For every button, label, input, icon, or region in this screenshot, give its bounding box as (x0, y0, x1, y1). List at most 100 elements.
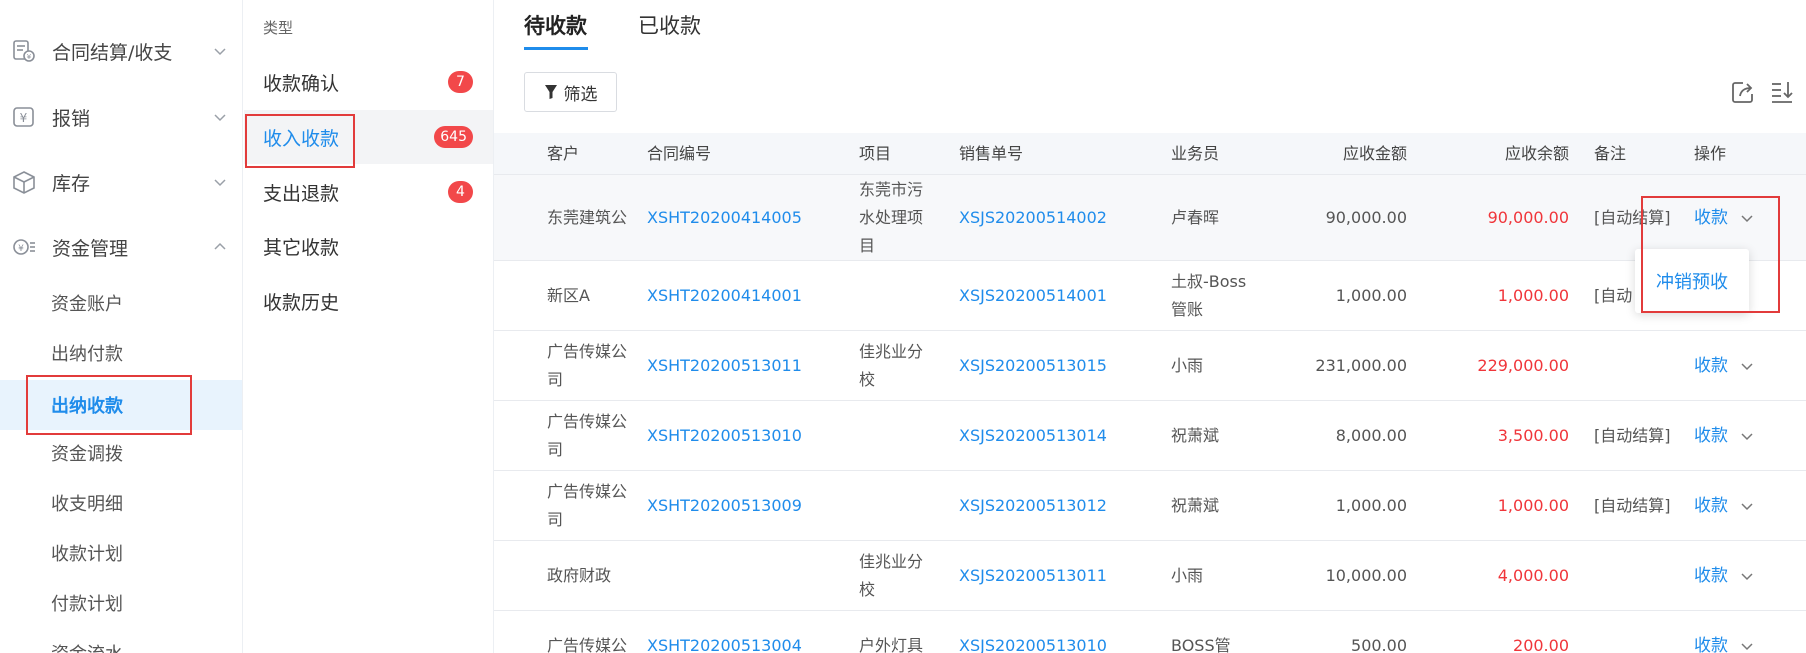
contract-settlement-icon: ¥ (13, 40, 35, 62)
type-panel-title: 类型 (263, 19, 294, 37)
contract-link[interactable]: XSHT20200414005 (647, 175, 802, 260)
chevron-down-icon[interactable] (1740, 499, 1754, 513)
collect-button[interactable]: 收款 (1694, 422, 1728, 450)
contract-link[interactable]: XSHT20200513009 (647, 471, 802, 540)
main-content: 待收款 已收款 筛选 客户 合同编号 项目 销售单号 业务员 应收金额 应收余额… (494, 0, 1806, 653)
chevron-down-icon[interactable] (1740, 639, 1754, 653)
nav-item-cashier-payment[interactable]: 出纳付款 (0, 328, 242, 378)
column-header-salesman[interactable]: 业务员 (1171, 133, 1219, 175)
cell-customer: 广告传媒公司 (547, 411, 628, 459)
table-row[interactable]: 广告传媒公司 XSHT20200513011 佳兆业分校 XSJS2020051… (494, 331, 1806, 401)
column-header-project[interactable]: 项目 (859, 133, 891, 175)
nav-item-fund-flow[interactable]: 资金流水 (0, 628, 242, 653)
sales-no-link[interactable]: XSJS20200513015 (959, 331, 1107, 400)
contract-link[interactable]: XSHT20200414001 (647, 261, 802, 330)
cell-balance: 200.00 (1513, 635, 1569, 653)
nav-item-fund-account[interactable]: 资金账户 (0, 278, 242, 328)
collect-button[interactable]: 收款 (1694, 632, 1728, 653)
count-badge: 7 (448, 71, 473, 93)
sales-no-link[interactable]: XSJS20200513011 (959, 541, 1107, 610)
collect-button[interactable]: 收款 (1694, 352, 1728, 380)
collect-button[interactable]: 收款 (1694, 204, 1728, 232)
offset-advance-receipt-option[interactable]: 冲销预收 (1656, 268, 1728, 294)
table-header: 客户 合同编号 项目 销售单号 业务员 应收金额 应收余额 备注 操作 (494, 133, 1806, 175)
type-item-receipt-confirm[interactable]: 收款确认 7 (244, 55, 493, 109)
nav-item-income-expense-detail[interactable]: 收支明细 (0, 478, 242, 528)
action-cell: 收款 (1694, 541, 1754, 610)
cell-customer: 广告传媒公 (547, 635, 628, 653)
sales-no-link[interactable]: XSJS20200513014 (959, 401, 1107, 470)
collect-button[interactable]: 收款 (1694, 492, 1728, 520)
fund-management-icon: ¥ (13, 239, 35, 255)
filter-button[interactable]: 筛选 (524, 72, 617, 112)
tab-received[interactable]: 已收款 (638, 10, 701, 40)
tab-pending-receipt[interactable]: 待收款 (524, 10, 587, 40)
cell-project: 户外灯具 (859, 635, 924, 653)
chevron-down-icon[interactable] (1740, 359, 1754, 373)
sales-no-link[interactable]: XSJS20200513012 (959, 471, 1107, 540)
cell-balance: 4,000.00 (1497, 565, 1569, 585)
type-item-label: 收款确认 (263, 72, 340, 95)
column-header-balance[interactable]: 应收余额 (1444, 133, 1569, 175)
cell-salesman: 小雨 (1171, 565, 1204, 585)
column-header-sales-no[interactable]: 销售单号 (959, 133, 1023, 175)
column-header-contract[interactable]: 合同编号 (647, 133, 711, 175)
cell-receivable: 1,000.00 (1335, 495, 1407, 515)
cell-customer: 广告传媒公司 (547, 341, 628, 389)
action-dropdown-menu: 冲销预收 (1635, 249, 1749, 313)
contract-link[interactable]: XSHT20200513004 (647, 611, 802, 653)
cell-customer: 广告传媒公司 (547, 481, 628, 529)
chevron-up-icon (214, 242, 226, 250)
table-row[interactable]: 新区A XSHT20200414001 XSJS20200514001 土叔-B… (494, 261, 1806, 331)
sort-download-icon[interactable] (1768, 78, 1796, 106)
cell-receivable: 8,000.00 (1335, 425, 1407, 445)
table-row[interactable]: 广告传媒公司 XSHT20200513009 XSJS20200513012 祝… (494, 471, 1806, 541)
column-header-receivable[interactable]: 应收金额 (1294, 133, 1407, 175)
cell-salesman: 土叔-Boss管账 (1171, 271, 1247, 319)
inventory-box-icon (13, 171, 35, 194)
contract-link[interactable]: XSHT20200513011 (647, 331, 802, 400)
cell-salesman: 祝萧斌 (1171, 495, 1220, 515)
nav-group-contract-settlement[interactable]: ¥ 合同结算/收支 (0, 26, 243, 76)
column-header-note[interactable]: 备注 (1594, 133, 1626, 175)
cell-balance: 1,000.00 (1497, 285, 1569, 305)
nav-group-label: 资金管理 (52, 237, 129, 260)
table-row[interactable]: 政府财政 佳兆业分校 XSJS20200513011 小雨 10,000.00 … (494, 541, 1806, 611)
filter-icon (544, 85, 557, 99)
table-row[interactable]: 广告传媒公 XSHT20200513004 户外灯具 XSJS202005130… (494, 611, 1806, 653)
nav-item-receipt-plan[interactable]: 收款计划 (0, 528, 242, 578)
cell-balance: 3,500.00 (1497, 425, 1569, 445)
chevron-down-icon (214, 114, 226, 122)
chevron-down-icon (214, 179, 226, 187)
type-item-expense-refund[interactable]: 支出退款 4 (244, 165, 493, 219)
nav-item-fund-transfer[interactable]: 资金调拨 (0, 428, 242, 478)
sales-no-link[interactable]: XSJS20200514001 (959, 261, 1107, 330)
type-item-income-receipt[interactable]: 收入收款 645 (244, 110, 493, 164)
type-item-receipt-history[interactable]: 收款历史 (244, 274, 493, 328)
chevron-down-icon[interactable] (1740, 429, 1754, 443)
nav-group-label: 报销 (52, 107, 91, 130)
nav-group-reimbursement[interactable]: ¥ 报销 (0, 92, 243, 142)
export-icon[interactable] (1729, 78, 1757, 106)
table-row[interactable]: 东莞建筑公 XSHT20200414005 东莞市污水处理项目 XSJS2020… (494, 175, 1806, 261)
type-item-other-receipt[interactable]: 其它收款 (244, 219, 493, 273)
nav-item-payment-plan[interactable]: 付款计划 (0, 578, 242, 628)
cell-project: 佳兆业分校 (859, 551, 924, 599)
chevron-down-icon[interactable] (1740, 211, 1754, 225)
column-header-action: 操作 (1694, 144, 1727, 163)
type-item-label: 收入收款 (263, 127, 340, 150)
chevron-down-icon[interactable] (1740, 569, 1754, 583)
action-cell: 收款 (1694, 401, 1754, 470)
cell-receivable: 10,000.00 (1325, 565, 1407, 585)
cell-salesman: 卢春晖 (1171, 207, 1220, 227)
svg-text:¥: ¥ (20, 111, 28, 125)
nav-item-cashier-receipt[interactable]: 出纳收款 (0, 380, 242, 430)
contract-link[interactable]: XSHT20200513010 (647, 401, 802, 470)
table-row[interactable]: 广告传媒公司 XSHT20200513010 XSJS20200513014 祝… (494, 401, 1806, 471)
sales-no-link[interactable]: XSJS20200514002 (959, 175, 1107, 260)
nav-group-fund-management[interactable]: ¥ 资金管理 (0, 222, 243, 272)
nav-group-inventory[interactable]: 库存 (0, 157, 243, 207)
column-header-customer[interactable]: 客户 (547, 133, 579, 175)
sales-no-link[interactable]: XSJS20200513010 (959, 611, 1107, 653)
collect-button[interactable]: 收款 (1694, 562, 1728, 590)
